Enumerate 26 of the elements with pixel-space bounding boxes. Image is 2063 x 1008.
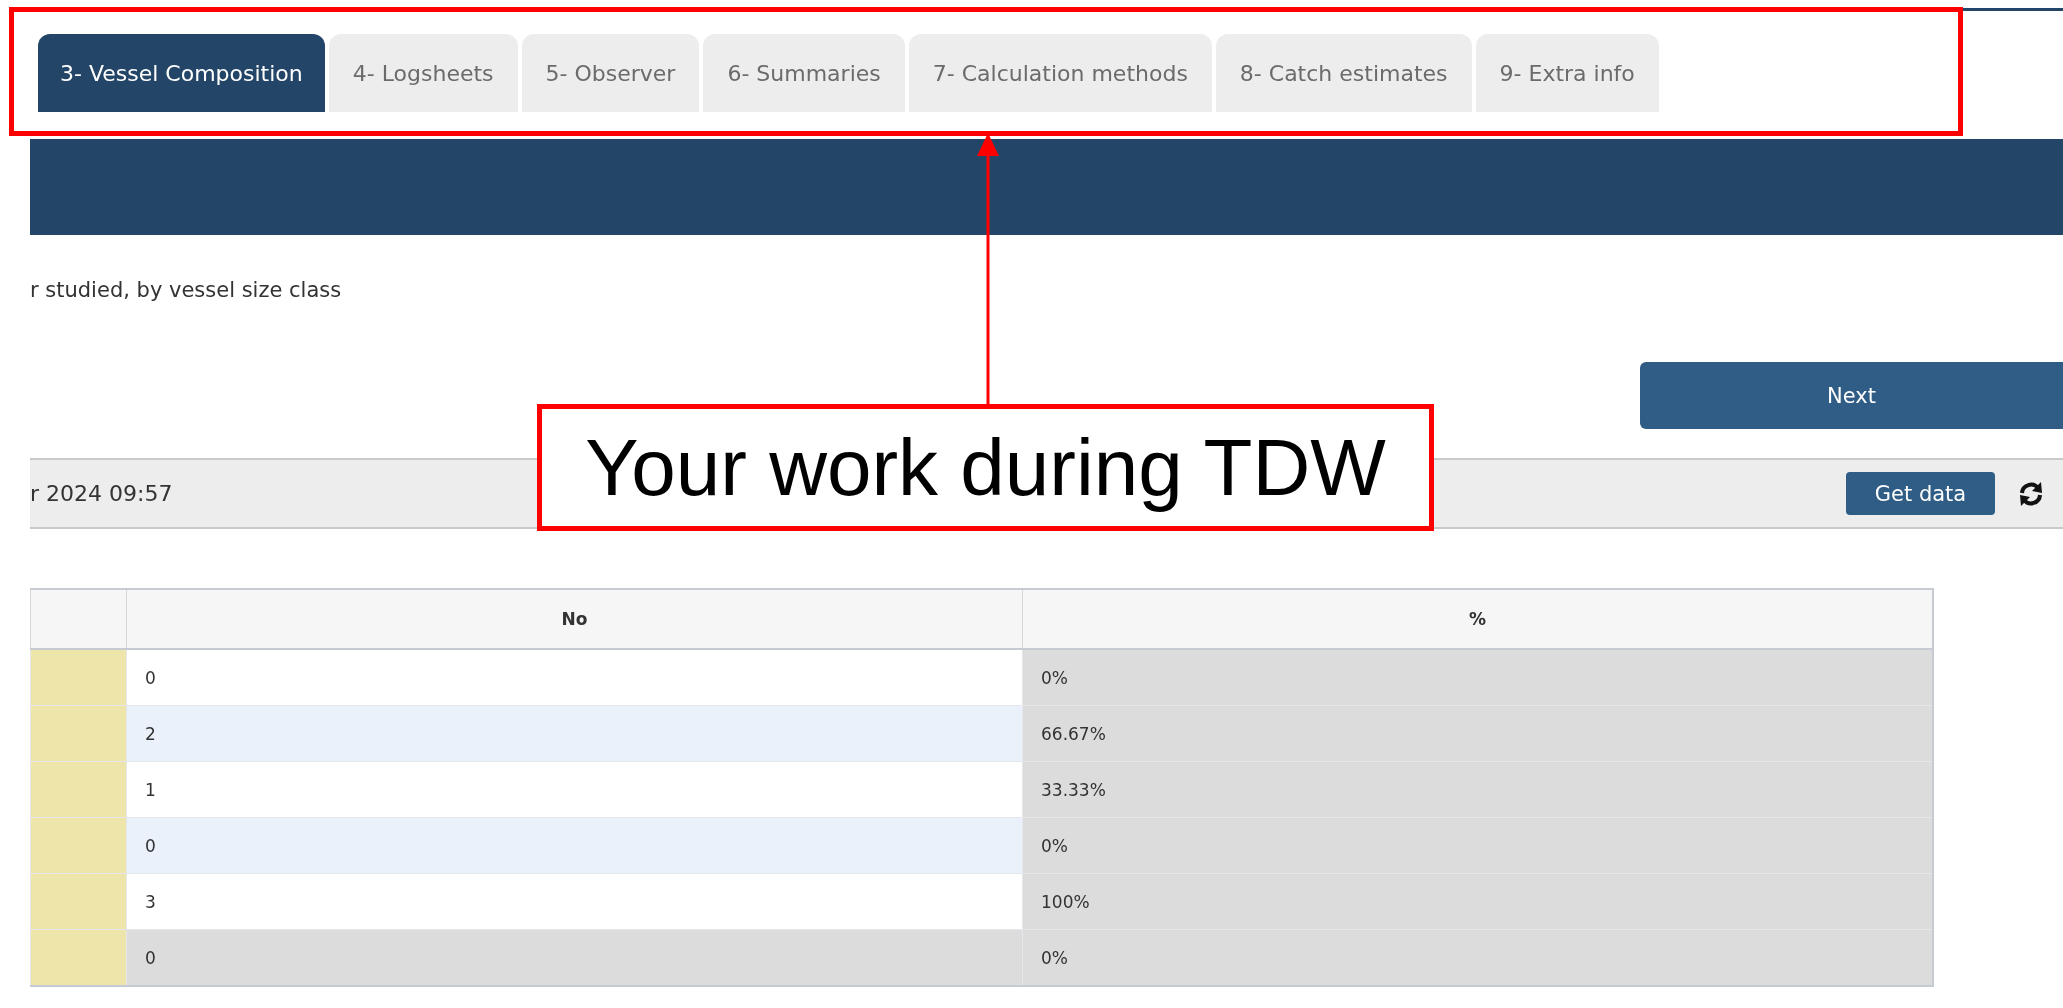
table-cell: 2 (126, 705, 1023, 762)
table-cell: 0% (1022, 649, 1933, 706)
description-text: r studied, by vessel size class (30, 278, 342, 302)
table-cell: 0 (126, 649, 1023, 706)
tab[interactable]: 8- Catch estimates (1215, 34, 1472, 112)
timestamp-text: r 2024 09:57 (30, 481, 174, 506)
tab[interactable]: 7- Calculation methods (908, 34, 1212, 112)
tab[interactable]: 9- Extra info (1475, 34, 1659, 112)
table-cell: 66.67% (1022, 705, 1933, 762)
table-cell: 1 (126, 761, 1023, 818)
next-button[interactable]: Next (1640, 362, 2063, 429)
table-cell: 0% (1022, 929, 1933, 986)
tab[interactable]: 5- Observer (521, 34, 700, 112)
column-header: % (1022, 589, 1933, 649)
table-cell: 0 (126, 817, 1023, 874)
table-cell: 100% (1022, 873, 1933, 930)
table-cell: 33.33% (1022, 761, 1933, 818)
get-data-button[interactable]: Get data (1846, 472, 1995, 515)
tab[interactable]: 3- Vessel Composition (38, 34, 325, 112)
callout-text: Your work during TDW (537, 404, 1434, 531)
table-cell: 0 (126, 929, 1023, 986)
tab[interactable]: 6- Summaries (703, 34, 905, 112)
table-cell: 3 (126, 873, 1023, 930)
tab[interactable]: 4- Logsheets (328, 34, 518, 112)
table-cell: 0% (1022, 817, 1933, 874)
column-header: No (126, 589, 1023, 649)
